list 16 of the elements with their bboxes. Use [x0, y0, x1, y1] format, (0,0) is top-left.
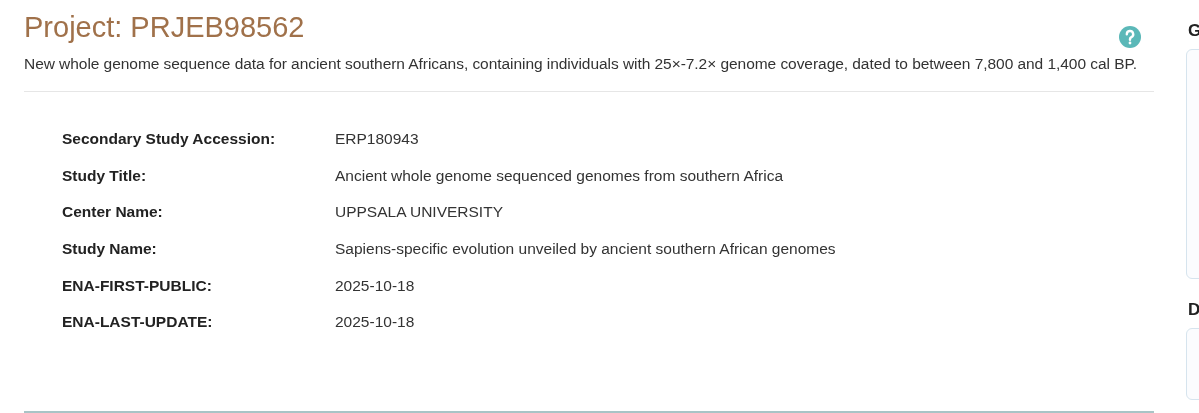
attribute-label: Study Title: [62, 166, 148, 185]
attribute-value: UPPSALA UNIVERSITY [335, 203, 503, 222]
attribute-value: 2025-10-18 [335, 276, 415, 295]
attribute-value: Sapiens-specific evolution unveiled by ancient southern African genomes [335, 240, 836, 259]
help-icon[interactable] [1119, 26, 1141, 48]
panel-heading: D [1188, 300, 1199, 320]
attribute-label: ENA-FIRST-PUBLIC: [62, 276, 213, 295]
attribute-label: Secondary Study Accession: [62, 130, 277, 148]
attribute-value: ERP180943 [335, 130, 419, 148]
project-description: New whole genome sequence data for ancient southern Africans, containing individuals with 25×-7.2× genome coverage, dated to between 7,800 and 1,400 cal BP. [24, 54, 1138, 74]
attribute-label: ENA-LAST-UPDATE: [62, 313, 214, 332]
attribute-label: Center Name: [62, 203, 164, 222]
attribute-value: 2025-10-18 [335, 313, 415, 332]
project-title: Project: PRJEB98562 [24, 10, 305, 44]
attribute-label: Study Name: [62, 240, 158, 259]
attribute-value: Ancient whole genome sequenced genomes from southern Africa [335, 166, 784, 185]
